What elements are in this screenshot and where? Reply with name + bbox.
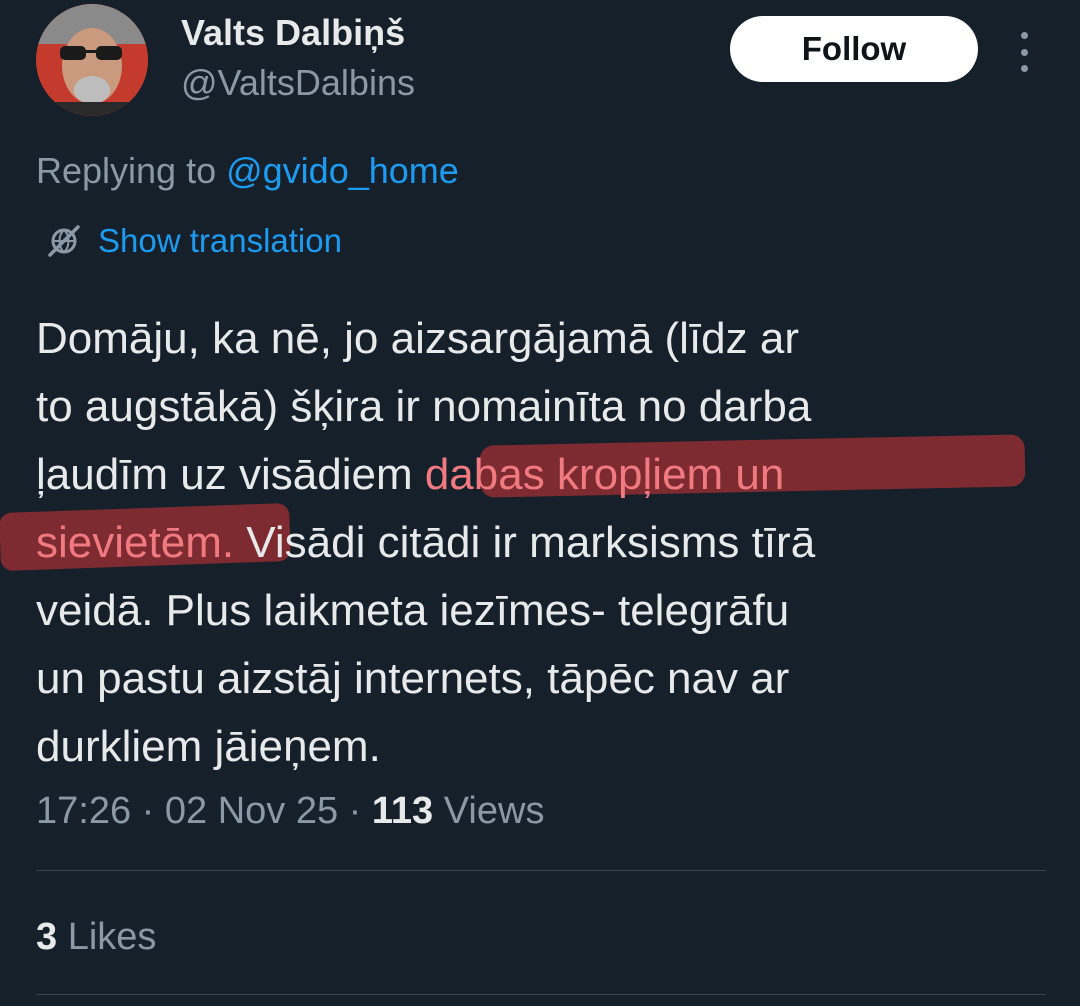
show-translation-label: Show translation: [98, 222, 342, 259]
avatar[interactable]: [36, 4, 148, 116]
avatar-image: [36, 4, 148, 116]
tweet-line: un pastu aizstāj internets, tāpēc nav ar: [36, 654, 790, 703]
tweet-line: Domāju, ka nē, jo aizsargājamā (līdz ar: [36, 314, 799, 363]
tweet-time[interactable]: 17:26: [36, 790, 131, 832]
tweet-line: to augstākā) šķira ir nomainīta no darba: [36, 382, 812, 431]
display-name[interactable]: Valts Dalbiņš: [181, 12, 405, 54]
more-options-icon[interactable]: [1012, 32, 1036, 72]
tweet-line: durkliem jāieņem.: [36, 722, 381, 771]
tweet-text: Domāju, ka nē, jo aizsargājamā (līdz ar …: [36, 305, 1036, 781]
show-translation[interactable]: Show translation: [46, 222, 342, 260]
tweet-metadata: 17:26 · 02 Nov 25 · 113 Views: [36, 790, 544, 833]
tweet-text-segment: ļaudīm uz visādiem: [36, 450, 425, 499]
highlighted-text: sievietēm.: [36, 518, 235, 567]
globe-slash-icon: [48, 225, 80, 257]
views-count[interactable]: 113: [372, 790, 433, 832]
divider: [36, 870, 1046, 871]
likes-label: Likes: [57, 916, 157, 958]
tweet-text-segment: Visādi citādi ir marksisms tīrā: [234, 518, 816, 567]
follow-button[interactable]: Follow: [730, 16, 978, 82]
tweet-line: ļaudīm uz visādiem dabas kropļiem un: [36, 441, 1036, 509]
dot: [1020, 32, 1028, 39]
dot: [1020, 48, 1028, 56]
tweet-line: veidā. Plus laikmeta iezīmes- telegrāfu: [36, 586, 790, 635]
tweet-line: sievietēm. Visādi citādi ir marksisms tī…: [36, 509, 1036, 577]
user-handle[interactable]: @ValtsDalbins: [181, 62, 415, 104]
likes-count: 3: [36, 916, 58, 958]
replying-prefix: Replying to: [36, 150, 227, 191]
replying-to: Replying to @gvido_home: [36, 150, 459, 192]
likes-summary[interactable]: 3 Likes: [36, 916, 156, 959]
separator: ·: [131, 790, 165, 832]
dot: [1020, 65, 1028, 72]
divider: [36, 994, 1046, 995]
views-label[interactable]: Views: [433, 790, 545, 832]
separator: ·: [338, 790, 372, 832]
tweet-date[interactable]: 02 Nov 25: [165, 790, 338, 832]
reply-mention-link[interactable]: @gvido_home: [226, 150, 459, 191]
highlighted-text: dabas kropļiem un: [424, 450, 785, 499]
